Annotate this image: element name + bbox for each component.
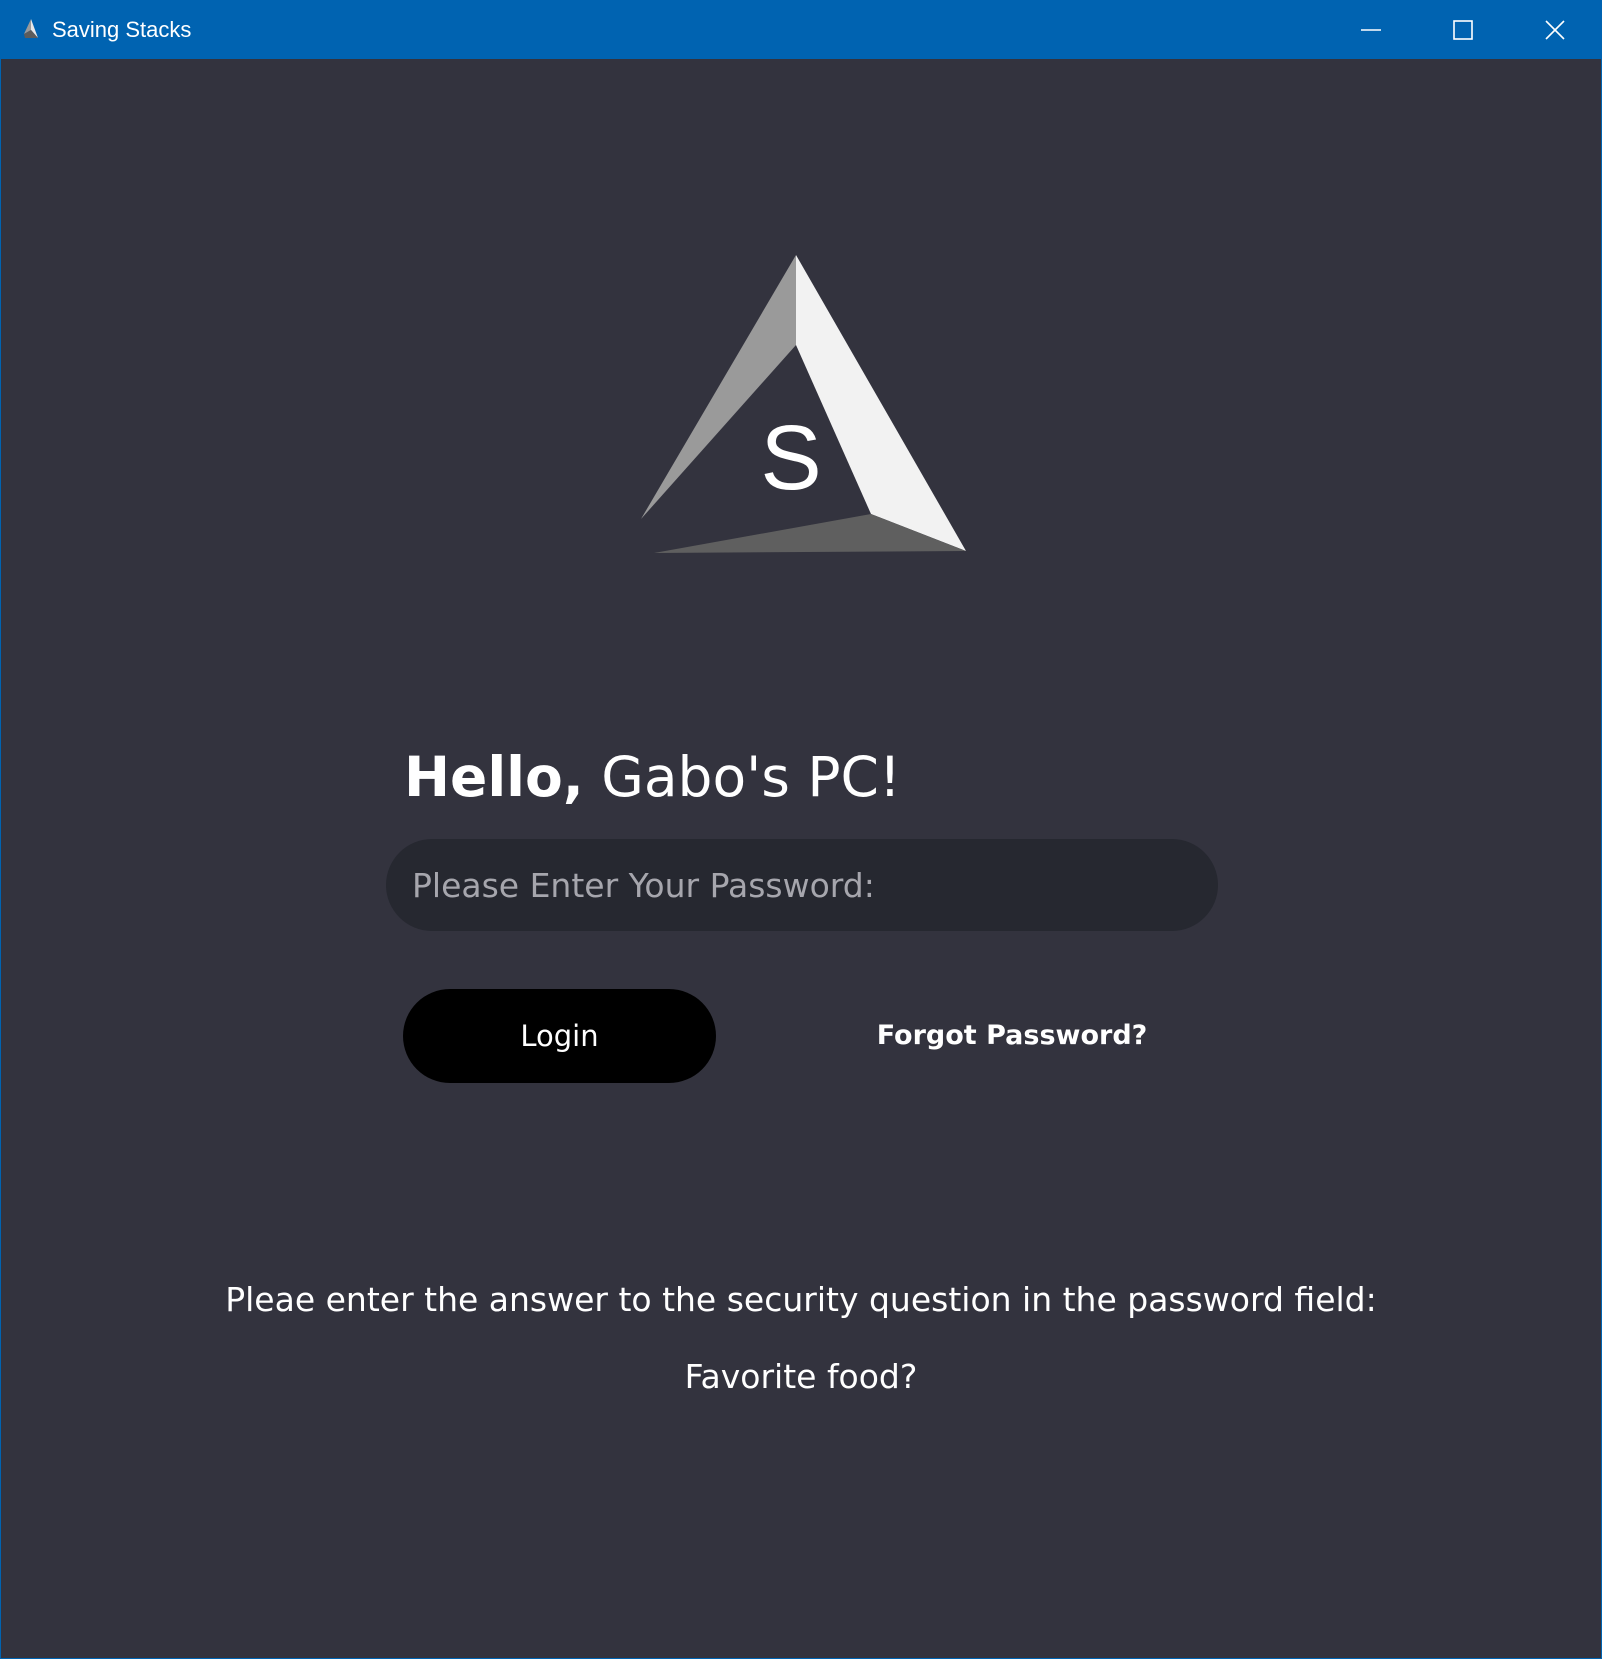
close-icon <box>1545 20 1565 40</box>
greeting-hello: Hello, <box>404 745 584 809</box>
security-question-text: Favorite food? <box>684 1357 918 1396</box>
forgot-password-link[interactable]: Forgot Password? <box>801 1014 1223 1058</box>
app-logo-icon <box>24 19 38 38</box>
security-hint-text: Pleae enter the answer to the security q… <box>225 1280 1377 1319</box>
close-button[interactable] <box>1509 1 1601 59</box>
maximize-button[interactable] <box>1417 1 1509 59</box>
maximize-icon <box>1453 20 1473 40</box>
minimize-button[interactable] <box>1325 1 1417 59</box>
greeting-heading: Hello, Gabo's PC! <box>404 739 901 815</box>
login-panel: S Hello, Gabo's PC! Login Forgot Passwor… <box>1 59 1601 1658</box>
window-title: Saving Stacks <box>52 17 192 42</box>
login-button[interactable]: Login <box>403 989 716 1083</box>
password-input[interactable] <box>410 864 1194 906</box>
app-window: Saving Stacks S Hello, Gabo's PC! Login … <box>0 0 1602 1659</box>
greeting-pc-name: Gabo's PC! <box>601 745 901 809</box>
title-bar[interactable]: Saving Stacks <box>1 1 1601 59</box>
password-field[interactable] <box>386 839 1218 931</box>
saving-stacks-logo: S <box>641 255 966 553</box>
logo-letter: S <box>760 407 821 509</box>
minimize-icon <box>1361 29 1381 31</box>
